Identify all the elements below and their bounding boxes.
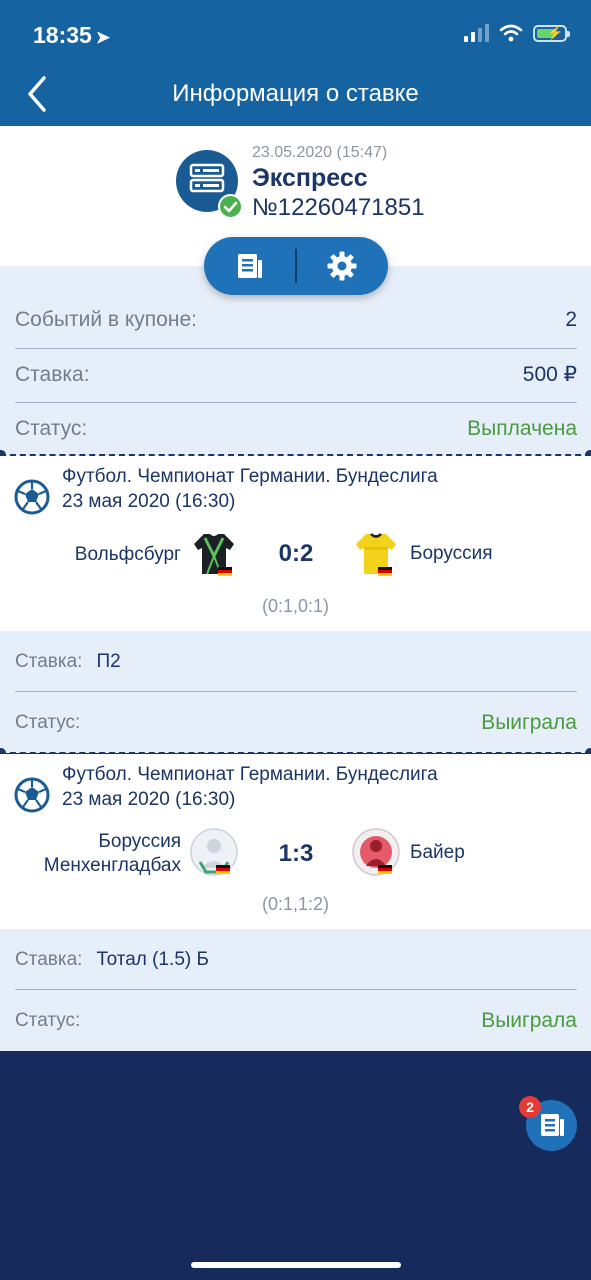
location-icon: ➤ [95, 28, 111, 47]
settings-button[interactable] [296, 237, 388, 295]
check-icon [218, 194, 243, 219]
bet-type: Экспресс [252, 164, 368, 192]
status-icons: ⚡ [464, 24, 570, 42]
event-date: 23 мая 2020 (16:30) [62, 491, 236, 512]
bet-date: 23.05.2020 (15:47) [252, 144, 388, 161]
event-league: Футбол. Чемпионат Германии. Бундеслига [62, 466, 438, 487]
dortmund-jersey-icon [356, 533, 396, 576]
cellular-signal-icon [464, 24, 489, 42]
gear-icon [327, 251, 357, 281]
event-outcome: Ставка: Тотал (1.5) Б Статус: Выиграла [0, 929, 591, 1051]
bet-pick: Тотал (1.5) Б [96, 949, 209, 970]
match-score: 1:3 [278, 840, 314, 867]
away-team: Байер [410, 842, 465, 863]
outcome-row-status: Статус: Выиграла [15, 1009, 577, 1032]
outcome-row-pick: Ставка: П2 [15, 651, 121, 672]
status-badge: Выплачена [467, 417, 577, 440]
outcome-row-status: Статус: Выиграла [15, 711, 577, 734]
page-title: Информация о ставке [172, 80, 419, 107]
bet-pick: П2 [96, 651, 121, 672]
receipt-icon [238, 254, 262, 278]
event-card[interactable]: Футбол. Чемпионат Германии. Бундеслига 2… [0, 754, 591, 929]
event-status-badge: Выиграла [481, 711, 577, 734]
home-team: Боруссия Менхенгладбах [43, 831, 181, 876]
coupon-count-badge: 2 [519, 1096, 541, 1118]
event-date: 23 мая 2020 (16:30) [62, 789, 236, 810]
outcome-row-pick: Ставка: Тотал (1.5) Б [15, 949, 209, 970]
home-indicator[interactable] [191, 1262, 401, 1268]
battery-icon: ⚡ [533, 24, 570, 42]
away-team: Боруссия [410, 543, 493, 564]
bayer-player-icon [352, 828, 400, 876]
status-time: 18:35 ➤ [33, 22, 111, 48]
halves-score: (0:1,0:1) [261, 596, 330, 616]
event-league: Футбол. Чемпионат Германии. Бундеслига [62, 764, 438, 785]
home-team: Вольфсбург [74, 544, 181, 565]
football-icon [14, 479, 50, 515]
top-bar: 18:35 ➤ ⚡ Информация о ставке [0, 0, 591, 126]
stake-amount: 500 ₽ [522, 363, 577, 386]
event-outcome: Ставка: П2 Статус: Выиграла [0, 631, 591, 753]
wifi-icon [499, 24, 523, 42]
event-status-badge: Выиграла [481, 1009, 577, 1032]
event-card[interactable]: Футбол. Чемпионат Германии. Бундеслига 2… [0, 456, 591, 631]
football-icon [14, 777, 50, 813]
action-pill [204, 237, 388, 295]
summary-row-status: Статус: Выплачена [15, 417, 577, 440]
match-score: 0:2 [278, 540, 314, 567]
summary-row-stake: Ставка: 500 ₽ [15, 362, 577, 387]
summary-row-events: Событий в купоне: 2 [15, 308, 577, 331]
wolfsburg-jersey-icon [194, 534, 234, 576]
gladbach-player-icon [190, 828, 238, 876]
halves-score: (0:1,1:2) [261, 894, 330, 914]
events-count: 2 [565, 308, 577, 331]
bet-number: №12260471851 [252, 194, 425, 221]
receipt-button[interactable] [204, 237, 296, 295]
